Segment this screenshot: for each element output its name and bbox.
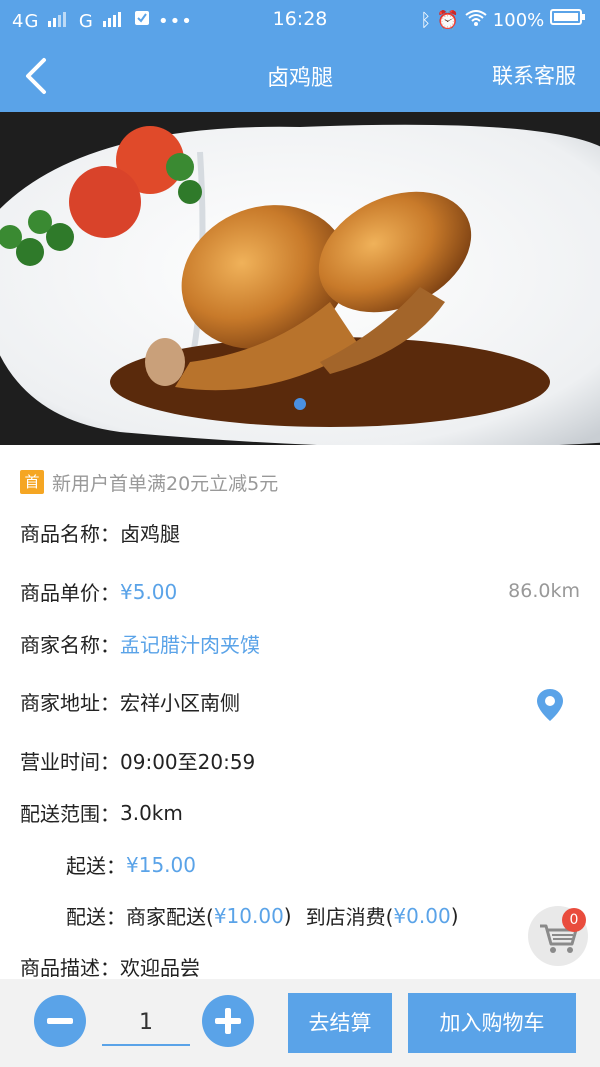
delivery-method-label: 配送： — [66, 905, 126, 929]
business-hours-label: 营业时间： — [20, 750, 120, 774]
map-pin-icon — [537, 689, 563, 721]
business-hours-value: 09:00至20:59 — [120, 750, 256, 774]
shop-address-row: 商家地址： 宏祥小区南侧 — [20, 687, 240, 716]
battery-icon — [550, 9, 585, 25]
delivery-range-value: 3.0km — [120, 800, 183, 825]
delivery-close-2: ) — [450, 903, 459, 928]
delivery-range-row: 配送范围： 3.0km — [20, 798, 183, 827]
status-right: ᛒ ⏰ 100% — [420, 8, 586, 31]
delivery-type-merchant: 商家配送( — [126, 905, 214, 929]
delivery-fee-instore: ¥0.00 — [393, 903, 451, 928]
unit-price-row: 商品单价： ¥5.00 — [20, 577, 177, 606]
delivery-fee-merchant: ¥10.00 — [213, 903, 284, 928]
first-order-badge: 首 — [20, 470, 44, 494]
unit-price-value: ¥5.00 — [120, 579, 178, 604]
unit-price-label: 商品单价： — [20, 581, 120, 605]
min-order-row: 起送： ¥15.00 — [66, 850, 196, 879]
shop-address-label: 商家地址： — [20, 691, 120, 715]
cart-count-badge: 0 — [562, 908, 586, 932]
shop-name-link[interactable]: 孟记腊汁肉夹馍 — [120, 629, 260, 658]
bluetooth-icon: ᛒ — [420, 10, 432, 31]
decrease-quantity-button[interactable] — [34, 995, 86, 1047]
add-to-cart-button[interactable]: 加入购物车 — [408, 993, 576, 1053]
minus-icon — [47, 1018, 73, 1024]
product-name-label: 商品名称： — [20, 522, 120, 546]
quantity-input[interactable] — [102, 1000, 190, 1046]
product-name-row: 商品名称： 卤鸡腿 — [20, 518, 180, 547]
delivery-method-row: 配送： 商家配送(¥10.00) 到店消费(¥0.00) — [66, 901, 459, 930]
alarm-icon: ⏰ — [436, 10, 460, 31]
status-bar: 4G G ••• 16:28 ᛒ ⏰ 100% — [0, 0, 600, 40]
checkout-button[interactable]: 去结算 — [288, 993, 392, 1053]
product-image-carousel[interactable] — [0, 112, 600, 445]
description-label: 商品描述： — [20, 956, 120, 980]
description-value: 欢迎品尝 — [120, 956, 200, 980]
location-pin-icon[interactable] — [536, 688, 564, 722]
product-name-value: 卤鸡腿 — [120, 522, 180, 546]
plus-icon — [215, 1008, 241, 1034]
distance-value: 86.0km — [508, 580, 580, 602]
product-image — [0, 112, 600, 445]
contact-service-button[interactable]: 联系客服 — [492, 60, 576, 90]
nav-bar: 卤鸡腿 联系客服 — [0, 40, 600, 112]
business-hours-row: 营业时间： 09:00至20:59 — [20, 746, 255, 775]
increase-quantity-button[interactable] — [202, 995, 254, 1047]
min-order-label: 起送： — [66, 854, 126, 878]
shop-name-label: 商家名称： — [20, 633, 120, 657]
promo-text: 新用户首单满20元立减5元 — [52, 472, 279, 495]
promo-banner: 首 新用户首单满20元立减5元 — [20, 468, 278, 496]
description-row: 商品描述： 欢迎品尝 — [20, 952, 200, 981]
wifi-icon — [465, 10, 487, 26]
battery-label: 100% — [492, 10, 545, 31]
delivery-type-instore: 到店消费( — [305, 905, 394, 929]
shop-address-value: 宏祥小区南侧 — [120, 691, 240, 715]
delivery-close-1: ) — [283, 903, 292, 928]
min-order-value: ¥15.00 — [126, 852, 196, 877]
delivery-range-label: 配送范围： — [20, 802, 120, 826]
shop-name-row[interactable]: 商家名称： 孟记腊汁肉夹馍 — [20, 629, 260, 658]
